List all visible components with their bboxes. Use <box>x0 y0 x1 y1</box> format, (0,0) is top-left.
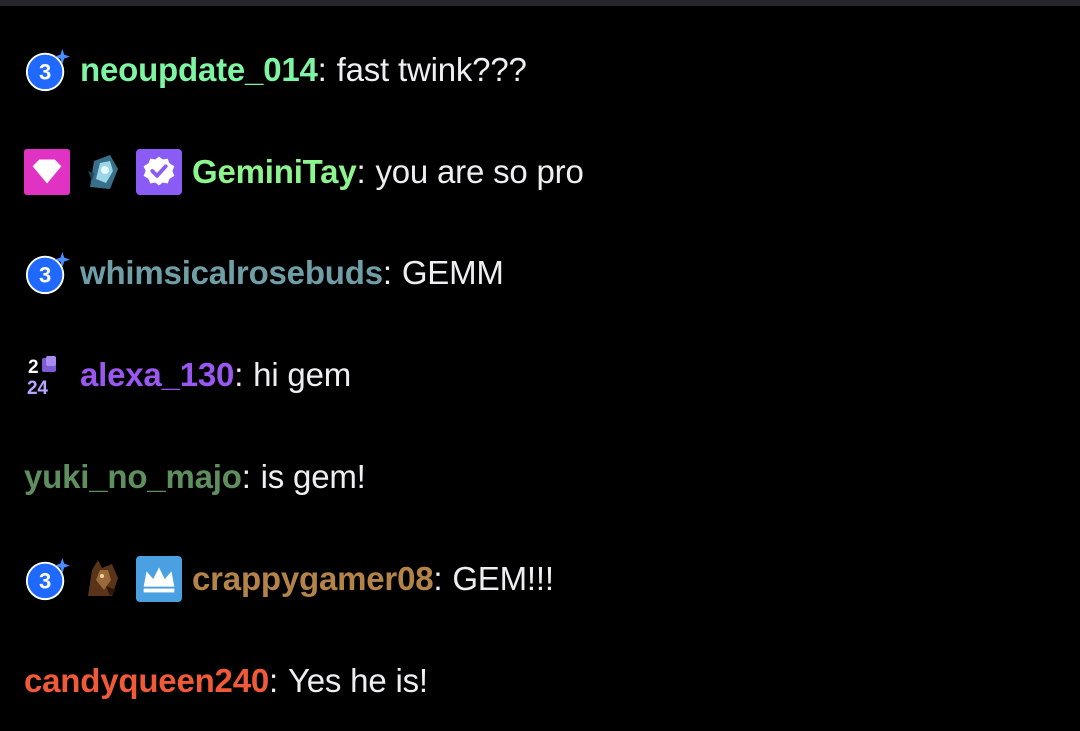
svg-text:24: 24 <box>27 378 48 398</box>
chat-username[interactable]: neoupdate_014 <box>80 51 318 89</box>
crown-icon[interactable] <box>136 556 182 602</box>
gem-icon[interactable] <box>24 149 70 195</box>
chat-message: yuki_no_majo: is gem! <box>24 452 366 502</box>
year-2024-icon[interactable]: 2 24 <box>24 352 70 398</box>
chat-username[interactable]: crappygamer08 <box>192 560 434 598</box>
chat-colon: : <box>241 458 251 495</box>
avatar-emote-icon[interactable] <box>80 149 126 195</box>
chat-message: 3 whimsicalrosebuds: GEMM <box>24 248 504 298</box>
svg-text:3: 3 <box>39 569 51 594</box>
chat-message-text: is gem! <box>260 458 366 495</box>
chat-message-text: GEM!!! <box>452 560 554 597</box>
chat-username[interactable]: whimsicalrosebuds <box>80 254 383 292</box>
chat-message: 3 neoupdate_014: fast twink??? <box>24 45 527 95</box>
wolf-emote-icon[interactable] <box>80 556 126 602</box>
verified-check-icon[interactable] <box>136 149 182 195</box>
chat-username[interactable]: alexa_130 <box>80 356 234 394</box>
chat-colon: : <box>356 153 366 190</box>
chat-message: GeminiTay: you are so pro <box>24 147 584 197</box>
sub-3-icon[interactable]: 3 <box>24 47 70 93</box>
chat-colon: : <box>269 662 278 699</box>
chat-message-text: hi gem <box>253 356 352 393</box>
chat-colon: : <box>317 51 327 88</box>
chat-message: 3 crappygamer08: GEM!!! <box>24 554 554 604</box>
svg-text:2: 2 <box>28 357 38 378</box>
sub-3-icon[interactable]: 3 <box>24 556 70 602</box>
top-divider <box>0 0 1080 6</box>
chat-message-text: you are so pro <box>375 153 584 190</box>
chat-colon: : <box>382 254 392 291</box>
chat-message-text: Yes he is! <box>287 662 428 699</box>
chat-message: candyqueen240: Yes he is! <box>24 656 428 706</box>
chat-message-text: fast twink??? <box>336 51 527 88</box>
chat-username[interactable]: GeminiTay <box>192 153 357 191</box>
chat-colon: : <box>234 356 244 393</box>
chat-message: 2 24 alexa_130: hi gem <box>24 350 351 400</box>
svg-text:3: 3 <box>39 60 51 85</box>
chat-username[interactable]: candyqueen240 <box>24 662 269 700</box>
sub-3-icon[interactable]: 3 <box>24 250 70 296</box>
chat-colon: : <box>433 560 443 597</box>
chat-message-text: GEMM <box>401 254 504 291</box>
svg-text:3: 3 <box>39 263 51 288</box>
chat-username[interactable]: yuki_no_majo <box>24 458 242 496</box>
